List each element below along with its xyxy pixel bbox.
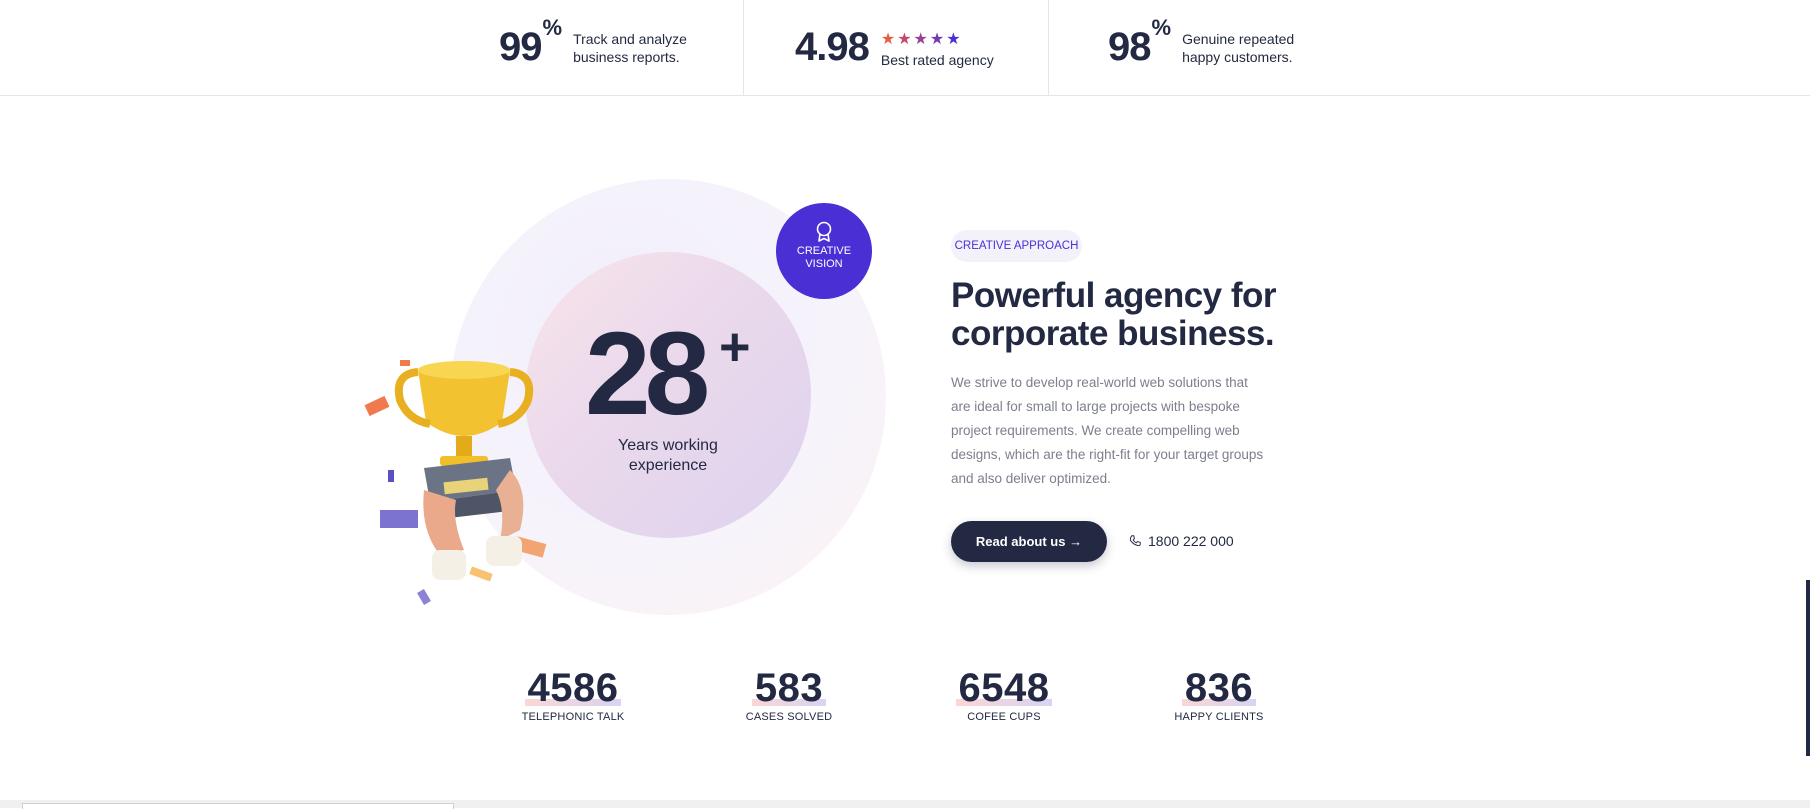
scrollbar-thumb[interactable] bbox=[1806, 580, 1810, 756]
stat-number: 99% bbox=[499, 15, 562, 69]
counter-happy-clients: 836 HAPPY CLIENTS bbox=[1129, 667, 1309, 723]
counter-label: COFEE CUPS bbox=[967, 711, 1041, 723]
creative-vision-badge: CREATIVE VISION bbox=[776, 203, 872, 299]
experience-number: 28 bbox=[585, 308, 710, 440]
phone-link[interactable]: 1800 222 000 bbox=[1128, 531, 1234, 551]
phone-icon bbox=[1129, 535, 1141, 547]
phone-number: 1800 222 000 bbox=[1148, 533, 1234, 549]
counter-label: HAPPY CLIENTS bbox=[1174, 711, 1264, 723]
counter-label: CASES SOLVED bbox=[745, 711, 833, 723]
star-icon: ★ bbox=[946, 31, 961, 48]
counter-value: 6548 bbox=[955, 667, 1053, 709]
star-icon: ★ bbox=[880, 31, 896, 48]
stat-reports: 99% Track and analyze business reports. bbox=[499, 0, 687, 95]
badge-text: CREATIVE VISION bbox=[796, 245, 852, 270]
stat-text: Track and analyze business reports. bbox=[573, 30, 687, 65]
counter-value: 583 bbox=[751, 667, 827, 709]
section-heading: Powerful agency for corporate business. bbox=[951, 276, 1277, 353]
experience-label: Years working experience bbox=[618, 437, 718, 474]
bottom-panel bbox=[22, 803, 454, 809]
stat-number: 4.98 bbox=[795, 25, 870, 69]
counter-value: 836 bbox=[1181, 667, 1257, 709]
experience-plus: + bbox=[719, 317, 751, 377]
stat-customers: 98% Genuine repeated happy customers. bbox=[1108, 0, 1294, 95]
trophy-illustration bbox=[364, 360, 547, 606]
read-about-us-button[interactable]: Read about us → bbox=[951, 521, 1107, 562]
section-tag: CREATIVE APPROACH bbox=[951, 230, 1082, 262]
counter-value: 4586 bbox=[524, 667, 622, 709]
counter-cases-solved: 583 CASES SOLVED bbox=[699, 667, 879, 723]
stat-rating: 4.98 ★ ★ ★ ★ ★ Best rated agency bbox=[795, 0, 994, 95]
section-paragraph: We strive to develop real-world web solu… bbox=[951, 375, 1264, 486]
star-icon: ★ bbox=[929, 31, 945, 48]
stats-divider bbox=[1048, 0, 1049, 95]
counter-label: TELEPHONIC TALK bbox=[521, 711, 625, 723]
stat-text: ★ ★ ★ ★ ★ Best rated agency bbox=[880, 31, 994, 69]
rating-stars: ★ ★ ★ ★ ★ bbox=[881, 32, 994, 48]
counter-cofee-cups: 6548 COFEE CUPS bbox=[914, 667, 1094, 723]
award-icon bbox=[816, 221, 832, 242]
star-icon: ★ bbox=[913, 31, 928, 48]
stat-number: 98% bbox=[1108, 15, 1171, 69]
counter-telephonic-talk: 4586 TELEPHONIC TALK bbox=[483, 667, 663, 723]
stats-divider bbox=[743, 0, 744, 95]
stat-text: Genuine repeated happy customers. bbox=[1182, 30, 1295, 65]
star-icon: ★ bbox=[897, 31, 912, 48]
